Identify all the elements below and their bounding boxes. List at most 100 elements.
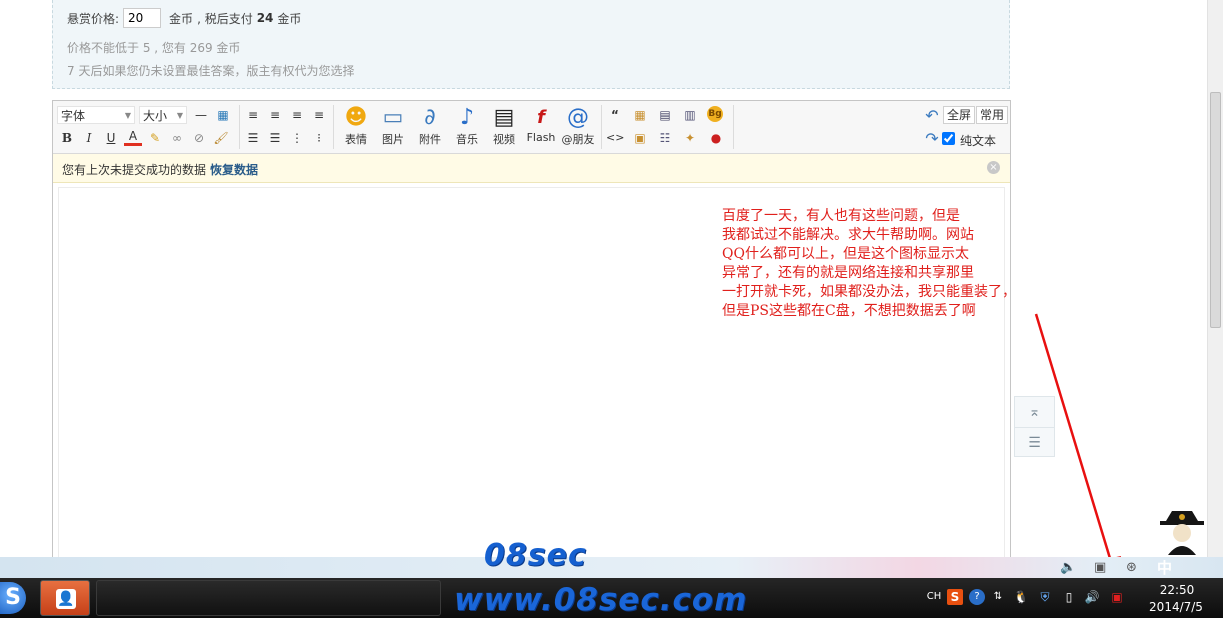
password-icon[interactable]: ✦ xyxy=(681,129,699,147)
align-center-icon[interactable]: ≡ xyxy=(266,106,284,124)
frame-icon[interactable]: ▥ xyxy=(681,106,699,124)
emoji-button[interactable]: ☻ 表情 xyxy=(336,105,376,147)
reward-price-input[interactable] xyxy=(123,8,162,28)
printer-icon[interactable]: ▣ xyxy=(1094,560,1106,575)
start-button[interactable]: S xyxy=(0,582,26,614)
video-label: 视频 xyxy=(493,133,515,146)
taskbar-app-contacts[interactable]: 👤 xyxy=(40,580,90,616)
person-icon: 👤 xyxy=(56,589,76,609)
clear-format-icon[interactable]: 🖌 xyxy=(212,129,230,147)
after-tax-unit: 金币 xyxy=(277,11,302,26)
page-icon[interactable]: ▤ xyxy=(656,106,674,124)
mention-friend-label: @朋友 xyxy=(561,133,595,146)
lock-icon[interactable]: ▣ xyxy=(631,129,649,147)
toolbar-divider xyxy=(239,105,240,149)
reward-unit: 金币 xyxy=(169,11,194,26)
restore-notice-text: 您有上次未提交成功的数据 恢复数据 xyxy=(62,161,258,178)
underline-icon[interactable]: U xyxy=(102,129,120,147)
list-view-icon[interactable]: ☰ xyxy=(1015,427,1054,458)
common-button[interactable]: 常用 xyxy=(976,106,1009,124)
volume-icon[interactable]: 🔈 xyxy=(1060,560,1076,575)
flash-button[interactable]: f Flash xyxy=(521,105,561,144)
align-right-icon[interactable]: ≡ xyxy=(310,106,328,124)
notice-message: 您有上次未提交成功的数据 xyxy=(62,163,207,177)
plaintext-checkbox[interactable] xyxy=(942,132,955,145)
scroll-helper-widget: ⌅ ☰ xyxy=(1014,396,1055,457)
bg-music-icon[interactable]: Bg xyxy=(707,106,723,122)
font-size-select[interactable]: 大小 ▼ xyxy=(139,106,187,124)
align-left-icon[interactable]: ≡ xyxy=(244,106,262,124)
avatar xyxy=(1160,511,1204,555)
watermark-logo: 08sec xyxy=(484,538,587,573)
align-justify-icon[interactable]: ≡ xyxy=(288,106,306,124)
flash-icon: f xyxy=(537,107,545,128)
clapperboard-icon: ▤ xyxy=(493,105,515,130)
float-left-icon[interactable]: ☰ xyxy=(244,129,262,147)
mention-friend-button[interactable]: @ @朋友 xyxy=(558,105,598,147)
font-family-value: 字体 xyxy=(61,109,86,123)
toolbar-divider xyxy=(733,105,734,149)
font-color-icon[interactable]: A xyxy=(124,129,142,146)
clock-time[interactable]: 22:50 xyxy=(1152,583,1202,597)
attachment-button[interactable]: ∂ 附件 xyxy=(410,105,450,147)
chevron-down-icon: ▼ xyxy=(124,111,131,120)
quote-icon[interactable]: “ xyxy=(606,106,624,124)
qq-tray-icon[interactable]: 🐧 xyxy=(1013,589,1029,605)
chevron-down-icon: ▼ xyxy=(176,111,183,120)
bold-icon[interactable]: B xyxy=(58,129,76,147)
network-error-icon[interactable]: ▣ xyxy=(1109,589,1125,605)
back-to-top-icon[interactable]: ⌅ xyxy=(1015,397,1054,427)
code-icon[interactable]: <> xyxy=(606,129,624,147)
desktop-widget-strip xyxy=(0,557,1223,580)
background-color-icon[interactable]: ✎ xyxy=(146,129,164,147)
link-icon[interactable]: ∞ xyxy=(168,129,186,147)
speaker-icon[interactable]: 🔊 xyxy=(1084,589,1100,605)
sogou-icon[interactable]: S xyxy=(947,589,963,605)
music-note-icon: ♪ xyxy=(459,105,475,130)
restore-notice: 您有上次未提交成功的数据 恢复数据 × xyxy=(53,154,1010,183)
font-size-value: 大小 xyxy=(143,109,168,123)
paperclip-icon: ∂ xyxy=(424,105,436,130)
float-right-icon[interactable]: ☰ xyxy=(266,129,284,147)
flash-label: Flash xyxy=(526,131,556,144)
rich-text-editor: 字体 ▼ 大小 ▼ — ▦ B I U A ✎ ∞ ⊘ 🖌 ≡ ≡ ≡ ≡ ☰ ☰ … xyxy=(52,100,1011,560)
close-icon[interactable]: × xyxy=(987,161,1000,174)
taskbar-app-active[interactable] xyxy=(96,580,441,616)
device-icon[interactable]: ▯ xyxy=(1061,589,1077,605)
reward-hint-expire: 7 天后如果您仍未设置最佳答案，版主有权代为您选择 xyxy=(67,64,355,78)
clock-date[interactable]: 2014/7/5 xyxy=(1140,600,1212,614)
unlink-icon[interactable]: ⊘ xyxy=(190,129,208,147)
video-button[interactable]: ▤ 视频 xyxy=(484,105,524,147)
shield-icon[interactable]: ⛨ xyxy=(1037,589,1053,605)
italic-icon[interactable]: I xyxy=(80,129,98,147)
unordered-list-icon[interactable]: ⁝ xyxy=(310,129,328,147)
annotation-text: 百度了一天，有人也有这些问题，但是 我都试过不能解决。求大牛帮助啊。网站 QQ什… xyxy=(722,208,1016,319)
hide-content-icon[interactable]: ▦ xyxy=(631,106,649,124)
emoji-label: 表情 xyxy=(345,133,367,146)
at-icon: @ xyxy=(567,105,589,130)
index-icon[interactable]: ☷ xyxy=(656,129,674,147)
after-tax-value: 24 xyxy=(256,11,274,25)
qq-icon[interactable]: ● xyxy=(707,129,725,147)
toolbar-divider xyxy=(333,105,334,149)
ordered-list-icon[interactable]: ⋮ xyxy=(288,129,306,147)
ime-indicator[interactable]: 中 xyxy=(1157,557,1172,578)
notification-arrows-icon[interactable]: ⇅ xyxy=(991,589,1005,605)
language-indicator[interactable]: CH xyxy=(925,589,943,605)
horizontal-rule-icon[interactable]: — xyxy=(192,106,210,124)
reward-panel: 悬赏价格: 金币, 税后支付 24 金币 价格不能低于 5 , 您有 269 金… xyxy=(52,0,1010,89)
scrollbar-thumb[interactable] xyxy=(1210,92,1221,328)
music-label: 音乐 xyxy=(456,133,478,146)
music-button[interactable]: ♪ 音乐 xyxy=(447,105,487,147)
help-icon[interactable]: ? xyxy=(969,589,985,605)
image-button[interactable]: ▭ 图片 xyxy=(373,105,413,147)
font-family-select[interactable]: 字体 ▼ xyxy=(57,106,135,124)
attachment-label: 附件 xyxy=(419,133,441,146)
restore-data-link[interactable]: 恢复数据 xyxy=(210,163,258,177)
undo-icon[interactable]: ↶ xyxy=(923,107,941,125)
adblock-icon[interactable]: ⊛ xyxy=(1126,560,1137,575)
fullscreen-button[interactable]: 全屏 xyxy=(943,106,976,124)
page-scrollbar[interactable] xyxy=(1207,0,1223,557)
redo-icon[interactable]: ↷ xyxy=(923,130,941,148)
table-icon[interactable]: ▦ xyxy=(214,106,232,124)
